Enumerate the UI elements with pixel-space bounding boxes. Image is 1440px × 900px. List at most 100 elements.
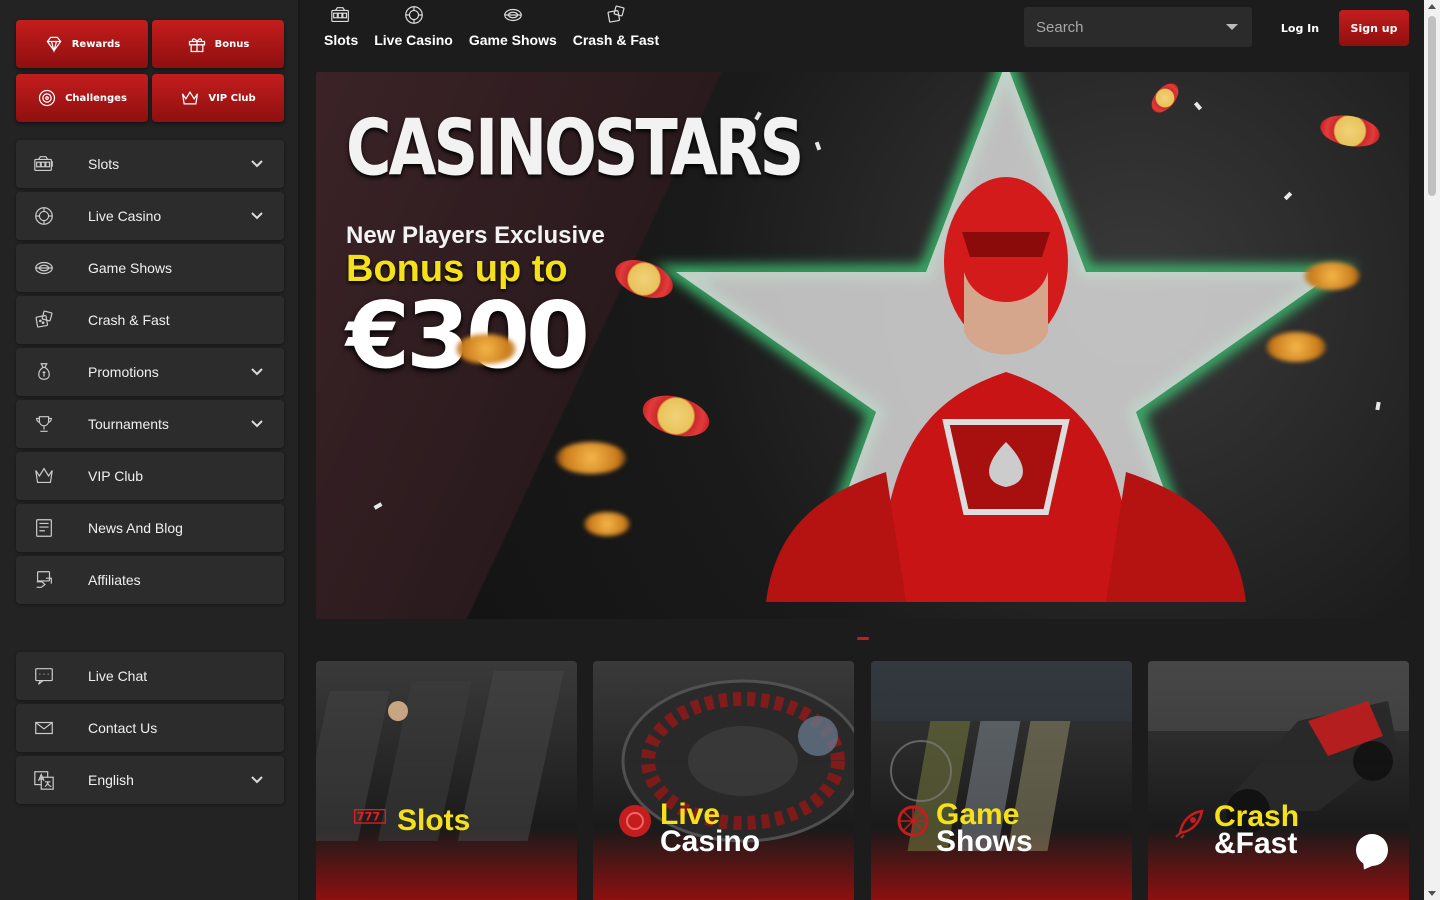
search-box[interactable]: [1024, 7, 1252, 47]
sidebar-item-label: Promotions: [88, 364, 159, 380]
sidebar-item-contact-us[interactable]: Contact Us: [16, 704, 284, 752]
challenges-button[interactable]: Challenges: [16, 74, 148, 122]
tab-crash-fast[interactable]: Crash & Fast: [565, 4, 667, 48]
page-scrollbar[interactable]: [1424, 0, 1440, 900]
category-title-line1: Slots: [397, 804, 471, 837]
category-title: Live Casino: [660, 800, 761, 858]
signup-button[interactable]: Sign up: [1339, 10, 1409, 46]
slots-artwork: [316, 671, 564, 841]
carousel-indicator[interactable]: [857, 637, 869, 640]
wheel-icon: [32, 256, 56, 280]
category-title-line2: &Fast: [1214, 827, 1298, 860]
sidebar: Rewards Bonus Challenges VIP Club Slots …: [0, 0, 300, 900]
search-input[interactable]: [1024, 18, 1214, 36]
rewards-button[interactable]: Rewards: [16, 20, 148, 68]
tab-game-shows[interactable]: Game Shows: [461, 4, 565, 48]
sidebar-support-nav: Live Chat Contact Us English: [16, 652, 284, 808]
challenges-label: Challenges: [65, 92, 127, 104]
category-tabs: Slots Live Casino Game Shows Crash & Fas…: [316, 4, 667, 48]
category-title-line2: Casino: [660, 825, 761, 858]
bonus-button[interactable]: Bonus: [152, 20, 284, 68]
rewards-label: Rewards: [71, 38, 121, 50]
sidebar-item-label: Live Casino: [88, 208, 162, 224]
game-show-wheel-artwork: [871, 661, 1132, 851]
wheel-icon: [897, 805, 929, 837]
gold-coin: [1266, 332, 1326, 362]
sidebar-item-label: Affiliates: [88, 572, 141, 588]
gift-icon: [188, 38, 205, 53]
gold-coin: [556, 442, 626, 474]
sidebar-item-crash-fast[interactable]: Crash & Fast: [16, 296, 284, 344]
envelope-icon: [32, 716, 56, 740]
sidebar-item-live-casino[interactable]: Live Casino: [16, 192, 284, 240]
sidebar-item-slots[interactable]: Slots: [16, 140, 284, 188]
category-title: Crash &Fast: [1214, 802, 1299, 860]
chevron-down-icon[interactable]: [250, 209, 264, 223]
sidebar-item-tournaments[interactable]: Tournaments: [16, 400, 284, 448]
sidebar-item-news-blog[interactable]: News And Blog: [16, 504, 284, 552]
vip-club-button[interactable]: VIP Club: [152, 74, 284, 122]
chevron-down-icon[interactable]: [250, 773, 264, 787]
sidebar-item-label: Slots: [88, 156, 120, 172]
dice-icon: [607, 5, 625, 23]
tab-label: Crash & Fast: [572, 32, 660, 48]
sidebar-item-game-shows[interactable]: Game Shows: [16, 244, 284, 292]
sidebar-item-label: Game Shows: [88, 260, 173, 276]
sidebar-item-label: Tournaments: [88, 416, 169, 432]
category-card-slots[interactable]: 777 Slots: [316, 661, 577, 900]
newspaper-icon: [32, 516, 56, 540]
tab-live-casino[interactable]: Live Casino: [366, 4, 461, 48]
tab-label: Slots: [324, 32, 359, 48]
chevron-down-icon[interactable]: [250, 365, 264, 379]
roulette-chip-icon: [404, 6, 423, 24]
bonus-label: Bonus: [214, 38, 250, 50]
hero-banner[interactable]: CASINOSTARS New Players Exclusive Bonus …: [316, 72, 1409, 619]
dice-icon: [32, 308, 56, 332]
chevron-down-icon[interactable]: [250, 157, 264, 171]
sidebar-item-label: News And Blog: [88, 520, 183, 536]
slot-machine-icon: [32, 152, 56, 176]
roulette-chip-icon: [619, 805, 651, 837]
gold-coin: [584, 512, 630, 536]
sidebar-item-label: Contact Us: [88, 720, 158, 736]
sidebar-item-language[interactable]: English: [16, 756, 284, 804]
slot-machine-icon: [331, 7, 350, 23]
sidebar-item-vip-club[interactable]: VIP Club: [16, 452, 284, 500]
sidebar-item-label: Live Chat: [88, 668, 148, 684]
roulette-chip-icon: [32, 204, 56, 228]
hero-brand: CASINOSTARS: [346, 102, 804, 194]
top-bar: Slots Live Casino Game Shows Crash & Fas…: [302, 0, 1424, 56]
sidebar-item-label: English: [88, 772, 134, 788]
scroll-up-arrow-icon[interactable]: [1428, 4, 1436, 9]
vip-club-label: VIP Club: [208, 92, 256, 104]
login-button[interactable]: Log In: [1272, 10, 1328, 46]
crown-icon: [32, 464, 56, 488]
chevron-down-icon[interactable]: [250, 417, 264, 431]
crown-icon: [182, 90, 199, 105]
sidebar-item-live-chat[interactable]: Live Chat: [16, 652, 284, 700]
trophy-icon: [32, 412, 56, 436]
tab-slots[interactable]: Slots: [316, 4, 366, 48]
gold-coin: [456, 334, 516, 364]
hero-amount: €300: [346, 282, 590, 389]
sidebar-top-buttons: Rewards Bonus Challenges VIP Club: [16, 20, 284, 122]
sidebar-item-affiliates[interactable]: Affiliates: [16, 556, 284, 604]
scrollbar-thumb[interactable]: [1428, 16, 1436, 196]
money-bag-icon: [32, 360, 56, 384]
target-icon: [38, 89, 56, 107]
dropdown-caret-icon[interactable]: [1226, 24, 1238, 30]
sidebar-item-label: VIP Club: [88, 468, 143, 484]
scroll-down-arrow-icon[interactable]: [1428, 891, 1436, 896]
sidebar-item-promotions[interactable]: Promotions: [16, 348, 284, 396]
chat-launcher-button[interactable]: [1356, 834, 1388, 866]
sidebar-nav: Slots Live Casino Game Shows Crash & Fas…: [16, 140, 284, 608]
777-icon: 777: [354, 809, 386, 824]
category-title: Game Shows: [936, 800, 1033, 857]
category-card-live-casino[interactable]: Live Casino: [593, 661, 854, 900]
translate-icon: [32, 768, 56, 792]
hero-line1: New Players Exclusive: [346, 222, 605, 249]
category-card-game-shows[interactable]: Game Shows: [871, 661, 1132, 900]
tab-label: Game Shows: [468, 32, 557, 48]
wheel-icon: [503, 8, 522, 22]
handshake-icon: [32, 568, 56, 592]
